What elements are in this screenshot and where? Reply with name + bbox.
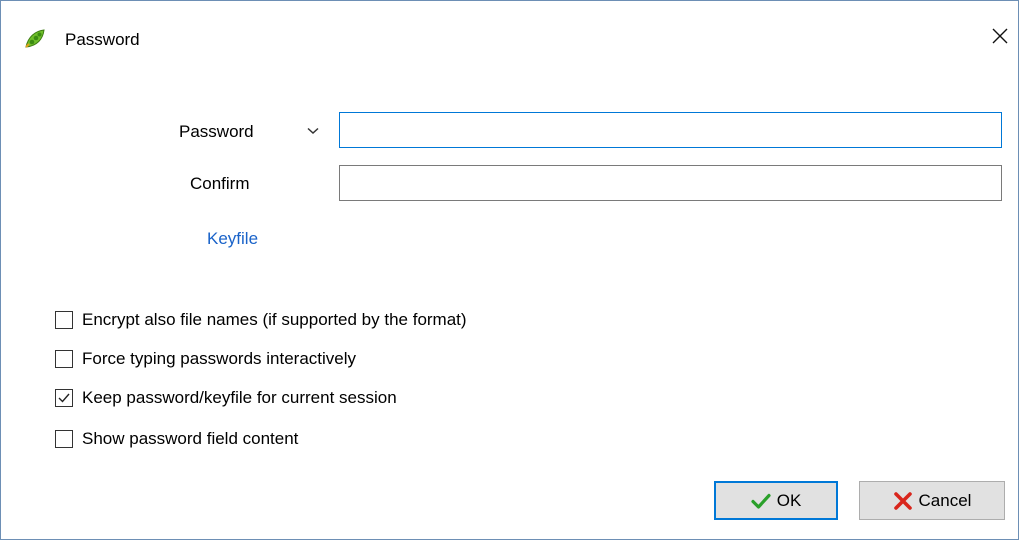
password-history-button[interactable] bbox=[302, 120, 324, 142]
keep-password-option[interactable]: Keep password/keyfile for current sessio… bbox=[55, 387, 397, 409]
x-icon bbox=[893, 491, 913, 511]
password-field[interactable] bbox=[339, 112, 1002, 148]
password-dialog: Password Password Confirm Keyfile Encryp… bbox=[0, 0, 1019, 540]
close-icon bbox=[992, 28, 1008, 49]
force-typing-label: Force typing passwords interactively bbox=[82, 349, 357, 368]
ok-button[interactable]: OK bbox=[714, 481, 838, 520]
confirm-password-field[interactable] bbox=[339, 165, 1002, 201]
password-label: Password bbox=[179, 122, 254, 141]
encrypt-file-names-checkbox[interactable] bbox=[55, 311, 73, 329]
encrypt-file-names-option[interactable]: Encrypt also file names (if supported by… bbox=[55, 309, 467, 331]
keyfile-link[interactable]: Keyfile bbox=[207, 229, 258, 249]
confirm-label: Confirm bbox=[190, 174, 250, 193]
show-password-checkbox[interactable] bbox=[55, 430, 73, 448]
keep-password-checkbox[interactable] bbox=[55, 389, 73, 407]
force-typing-checkbox[interactable] bbox=[55, 350, 73, 368]
title-bar: Password bbox=[1, 1, 1018, 49]
close-button[interactable] bbox=[981, 21, 1019, 55]
show-password-option[interactable]: Show password field content bbox=[55, 428, 298, 450]
chevron-down-icon bbox=[307, 122, 319, 140]
encrypt-file-names-label: Encrypt also file names (if supported by… bbox=[82, 310, 467, 329]
window-title: Password bbox=[65, 30, 140, 49]
ok-button-label: OK bbox=[776, 490, 802, 510]
force-typing-option[interactable]: Force typing passwords interactively bbox=[55, 348, 356, 370]
cancel-button-label: Cancel bbox=[918, 490, 972, 510]
cancel-button[interactable]: Cancel bbox=[859, 481, 1005, 520]
show-password-label: Show password field content bbox=[82, 429, 299, 448]
checkmark-icon bbox=[751, 493, 771, 509]
keep-password-label: Keep password/keyfile for current sessio… bbox=[82, 388, 397, 407]
peazip-icon bbox=[24, 28, 46, 50]
